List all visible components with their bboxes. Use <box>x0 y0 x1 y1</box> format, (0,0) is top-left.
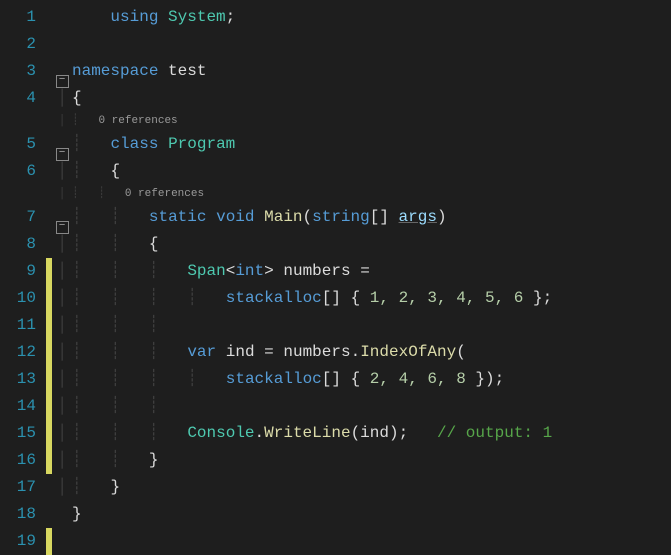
line-number: 8 <box>6 231 36 258</box>
keyword-class: class <box>110 135 158 153</box>
method-indexofany: IndexOfAny <box>360 343 456 361</box>
code-line[interactable]: using System; <box>46 4 671 31</box>
line-number: 5 <box>6 131 36 158</box>
method-main: Main <box>264 208 302 226</box>
change-marker <box>46 528 52 555</box>
ident-ind: ind <box>360 424 389 442</box>
code-line[interactable]: │┊ ┊ } <box>46 447 671 474</box>
code-line[interactable]: │┊ ┊ ┊ Console.WriteLine(ind); // output… <box>46 420 671 447</box>
code-line[interactable] <box>46 528 671 555</box>
code-line[interactable]: │┊ ┊ ┊ ┊ stackalloc[] { 1, 2, 3, 4, 5, 6… <box>46 285 671 312</box>
code-line[interactable]: │┊ ┊ ┊ ┊ stackalloc[] { 2, 4, 6, 8 }); <box>46 366 671 393</box>
codelens[interactable]: │┊ ┊ 0 references <box>46 185 671 204</box>
type-console: Console <box>187 424 254 442</box>
type-program: Program <box>168 135 235 153</box>
line-number: 14 <box>6 393 36 420</box>
line-number: 19 <box>6 528 36 555</box>
param-args: args <box>399 208 437 226</box>
number-literals: 1, 2, 3, 4, 5, 6 <box>370 289 524 307</box>
line-number: 1 <box>6 4 36 31</box>
line-number: 4 <box>6 85 36 112</box>
line-number: 2 <box>6 31 36 58</box>
line-number: 18 <box>6 501 36 528</box>
ident-test: test <box>168 62 206 80</box>
line-number: 11 <box>6 312 36 339</box>
code-line[interactable]: │┊ ┊ ┊ var ind = numbers.IndexOfAny( <box>46 339 671 366</box>
code-line[interactable]: │┊ ┊ ┊ <box>46 312 671 339</box>
code-line[interactable]: −┊ class Program <box>46 131 671 158</box>
code-line[interactable]: │┊ ┊ ┊ Span<int> numbers = <box>46 258 671 285</box>
keyword-using: using <box>110 8 158 26</box>
line-number: 10 <box>6 285 36 312</box>
keyword-namespace: namespace <box>72 62 158 80</box>
code-line[interactable]: −┊ ┊ static void Main(string[] args) <box>46 204 671 231</box>
line-number-gutter: 1 2 3 4 5 6 7 8 9 10 11 12 13 14 15 16 1… <box>0 0 46 530</box>
code-line[interactable]: } <box>46 501 671 528</box>
keyword-stackalloc: stackalloc <box>226 370 322 388</box>
code-line[interactable]: │┊ } <box>46 474 671 501</box>
ident-numbers: numbers <box>283 262 350 280</box>
line-number: 6 <box>6 158 36 185</box>
code-content[interactable]: using System; −namespace test │{ │┊ 0 re… <box>46 0 671 530</box>
keyword-static: static <box>149 208 207 226</box>
number-literals: 2, 4, 6, 8 <box>370 370 466 388</box>
codelens[interactable]: │┊ 0 references <box>46 112 671 131</box>
code-editor[interactable]: 1 2 3 4 5 6 7 8 9 10 11 12 13 14 15 16 1… <box>0 0 671 530</box>
line-number: 15 <box>6 420 36 447</box>
keyword-stackalloc: stackalloc <box>226 289 322 307</box>
line-number: 12 <box>6 339 36 366</box>
ident-ind: ind <box>226 343 255 361</box>
line-number: 3 <box>6 58 36 85</box>
method-writeline: WriteLine <box>264 424 350 442</box>
line-number: 17 <box>6 474 36 501</box>
line-number: 13 <box>6 366 36 393</box>
type-span: Span <box>187 262 225 280</box>
keyword-int: int <box>235 262 264 280</box>
keyword-string: string <box>312 208 370 226</box>
code-line[interactable] <box>46 31 671 58</box>
type-system: System <box>168 8 226 26</box>
line-number-spacer <box>6 112 36 131</box>
code-line[interactable]: │┊ ┊ { <box>46 231 671 258</box>
ident-numbers: numbers <box>283 343 350 361</box>
code-line[interactable]: │{ <box>46 85 671 112</box>
code-line[interactable]: │┊ { <box>46 158 671 185</box>
code-line[interactable]: −namespace test <box>46 58 671 85</box>
keyword-void: void <box>216 208 254 226</box>
line-number: 9 <box>6 258 36 285</box>
code-line[interactable]: │┊ ┊ ┊ <box>46 393 671 420</box>
line-number-spacer <box>6 185 36 204</box>
line-number: 7 <box>6 204 36 231</box>
keyword-var: var <box>187 343 216 361</box>
comment: // output: 1 <box>437 424 552 442</box>
line-number: 16 <box>6 447 36 474</box>
